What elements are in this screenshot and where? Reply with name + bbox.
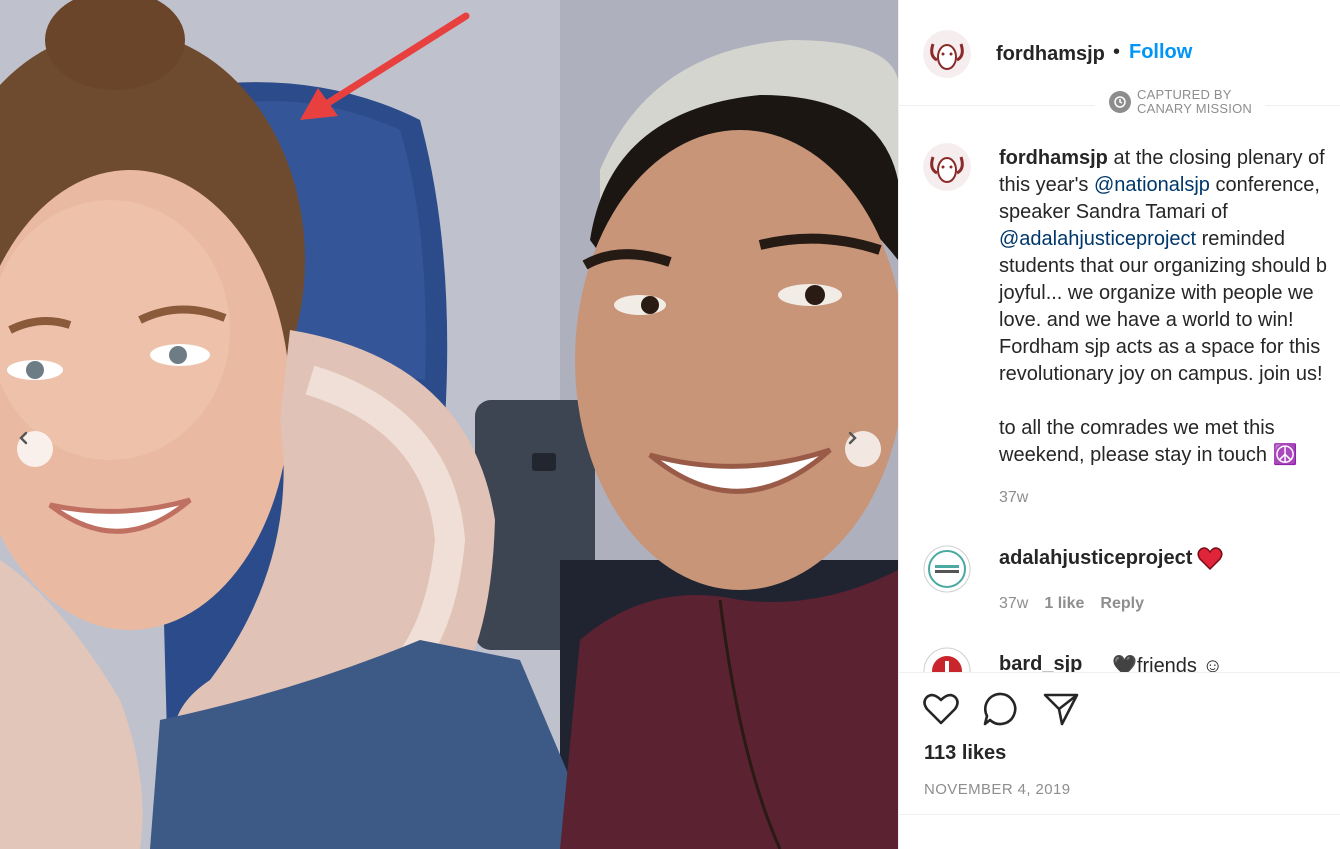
chevron-left-icon: [19, 431, 28, 445]
post-viewer: fordhamsjp • Follow CAPTURED BY CANARY M…: [0, 0, 1340, 849]
author-username[interactable]: fordhamsjp: [996, 43, 1105, 66]
comment-icon[interactable]: [982, 691, 1020, 727]
comment-likes[interactable]: 1 like: [1044, 595, 1084, 613]
heart-emoji-icon: [1197, 547, 1223, 576]
caption-part3: reminded students that our organizing sh…: [999, 228, 1327, 466]
author-avatar[interactable]: [923, 30, 971, 78]
caption-text: fordhamsjp at the closing plenary of thi…: [999, 145, 1340, 469]
header-separator: •: [1113, 41, 1121, 63]
comments-scroll-area[interactable]: fordhamsjp at the closing plenary of thi…: [899, 107, 1340, 672]
comment-username[interactable]: bard_sjp: [999, 653, 1082, 672]
ram-logo-icon: [923, 143, 971, 191]
share-icon[interactable]: [1042, 691, 1080, 727]
comment-meta: 37w 1 like Reply: [999, 595, 1144, 613]
bard-sjp-logo-icon: [923, 647, 971, 672]
photo-illustration: [0, 0, 898, 849]
adalah-logo-icon: [923, 545, 971, 593]
commenter-avatar[interactable]: [923, 647, 971, 672]
mention-adalahjusticeproject[interactable]: @adalahjusticeproject: [999, 228, 1196, 250]
ram-logo-icon: [923, 30, 971, 78]
next-photo-button[interactable]: [845, 431, 881, 467]
commenter-avatar[interactable]: [923, 545, 971, 593]
like-count[interactable]: 113 likes: [924, 742, 1006, 765]
heart-icon[interactable]: [922, 691, 960, 727]
comment-timestamp[interactable]: 37w: [999, 595, 1028, 613]
mention-nationalsjp[interactable]: @nationalsjp: [1094, 174, 1210, 196]
post-date[interactable]: NOVEMBER 4, 2019: [924, 781, 1070, 798]
post-details-panel: fordhamsjp • Follow CAPTURED BY CANARY M…: [898, 0, 1340, 849]
post-photo[interactable]: [0, 0, 898, 849]
watermark-line1: CAPTURED BY: [1137, 87, 1232, 102]
divider: [899, 814, 1340, 815]
caption-author[interactable]: fordhamsjp: [999, 147, 1108, 169]
comment-text: 🖤friends ☺: [1112, 655, 1223, 672]
chevron-right-icon: [848, 431, 857, 445]
follow-button[interactable]: Follow: [1129, 41, 1192, 64]
reply-button[interactable]: Reply: [1100, 595, 1144, 613]
caption-author-avatar[interactable]: [923, 143, 971, 191]
post-actions: 113 likes NOVEMBER 4, 2019: [899, 672, 1340, 849]
previous-photo-button[interactable]: [17, 431, 53, 467]
comment-username[interactable]: adalahjusticeproject: [999, 547, 1192, 570]
caption-timestamp[interactable]: 37w: [999, 489, 1028, 507]
